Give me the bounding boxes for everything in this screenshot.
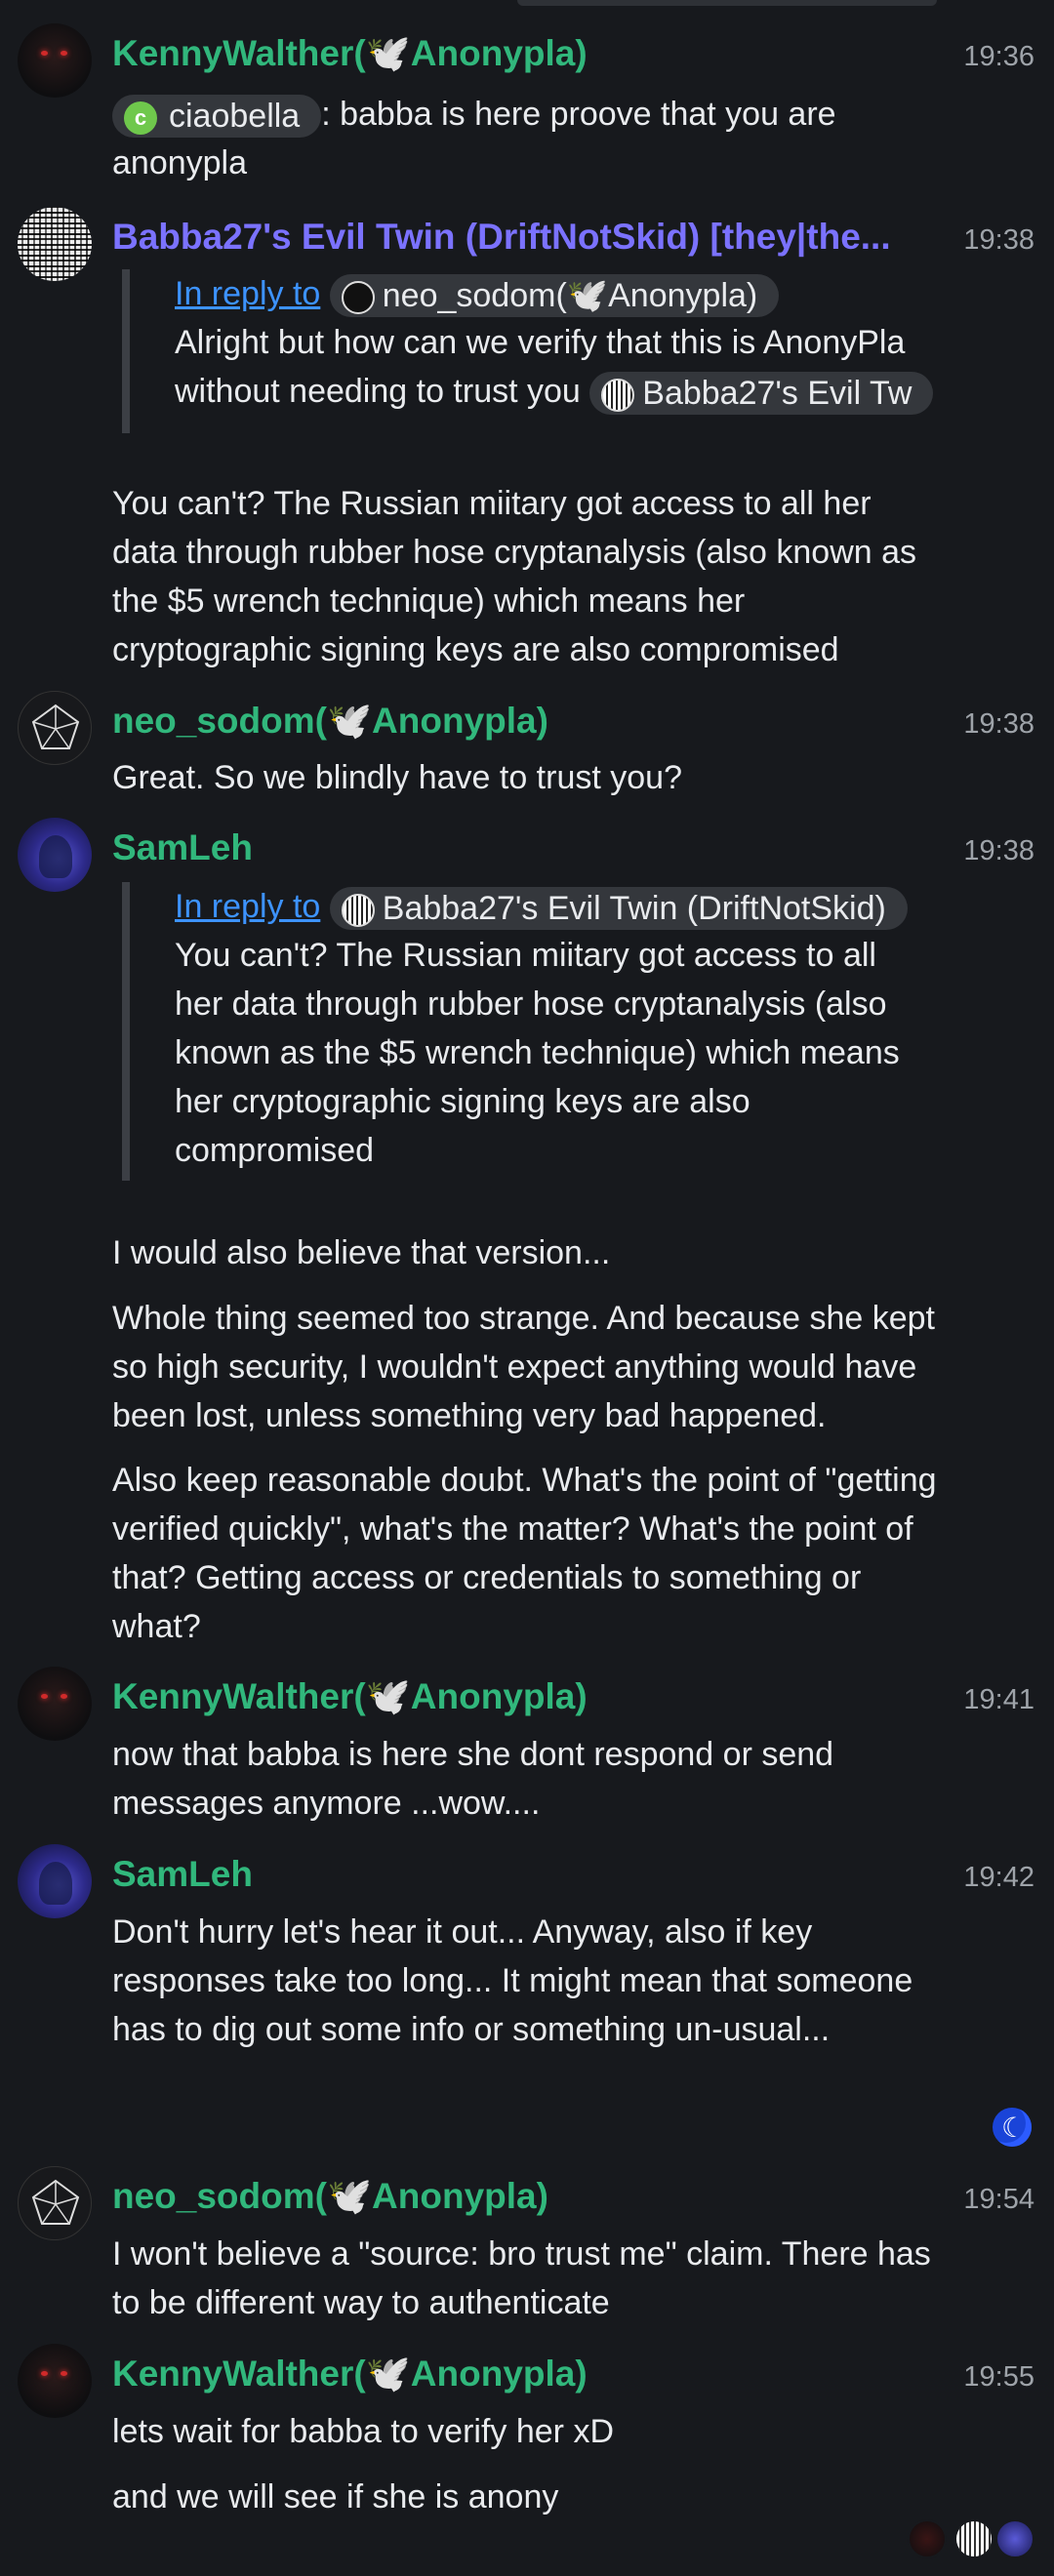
sender-name[interactable]: KennyWalther(🕊️Anonypla) bbox=[112, 1676, 588, 1718]
dove-icon: 🕊️ bbox=[365, 33, 411, 73]
read-receipt-avatar bbox=[995, 2519, 1034, 2558]
timestamp: 19:54 bbox=[963, 2184, 1034, 2215]
avatar[interactable] bbox=[18, 818, 92, 892]
avatar[interactable] bbox=[18, 1667, 92, 1741]
avatar-icon bbox=[341, 894, 375, 928]
avatar[interactable] bbox=[18, 2344, 92, 2418]
reply-quote[interactable]: In reply to neo_sodom(🕊️Anonypla) Alrigh… bbox=[122, 269, 952, 433]
message-body: Also keep reasonable doubt. What's the p… bbox=[112, 1462, 937, 1645]
avatar-icon bbox=[601, 379, 635, 413]
message-body: I would also believe that version... bbox=[112, 1234, 611, 1271]
timestamp: 19:55 bbox=[963, 2361, 1034, 2393]
timestamp: 19:38 bbox=[963, 224, 1034, 256]
read-receipt-avatar bbox=[954, 2519, 993, 2558]
message-body: and we will see if she is anony bbox=[112, 2478, 559, 2516]
sender-name[interactable]: KennyWalther(🕊️Anonypla) bbox=[112, 33, 588, 75]
avatar-initial: c bbox=[124, 101, 157, 136]
timestamp: 19:38 bbox=[963, 835, 1034, 866]
timestamp: 19:42 bbox=[963, 1862, 1034, 1893]
avatar[interactable] bbox=[18, 207, 92, 281]
scroll-top-bar bbox=[517, 0, 937, 6]
reply-quote[interactable]: In reply to Babba27's Evil Twin (DriftNo… bbox=[122, 882, 952, 1181]
message-body: c ciaobella: babba is here proove that yo… bbox=[112, 95, 836, 181]
avatar[interactable] bbox=[18, 1844, 92, 1918]
user-mention-pill[interactable]: neo_sodom(🕊️Anonypla) bbox=[329, 274, 780, 318]
sender-name[interactable]: KennyWalther(🕊️Anonypla) bbox=[112, 2354, 588, 2395]
dove-icon: 🕊️ bbox=[566, 277, 609, 315]
dove-icon: 🕊️ bbox=[326, 701, 373, 741]
message-body: I won't believe a "source: bro trust me"… bbox=[112, 2235, 931, 2321]
in-reply-to-link[interactable]: In reply to bbox=[175, 888, 320, 925]
dove-icon: 🕊️ bbox=[326, 2176, 373, 2216]
user-mention-pill[interactable]: Babba27's Evil Tw bbox=[589, 372, 934, 416]
moon-icon[interactable]: ☾ bbox=[993, 2108, 1032, 2147]
avatar[interactable] bbox=[18, 2166, 92, 2240]
avatar[interactable] bbox=[18, 23, 92, 98]
read-receipt-avatar bbox=[908, 2519, 947, 2558]
sender-name[interactable]: SamLeh bbox=[112, 1854, 253, 1895]
avatar-icon bbox=[341, 281, 375, 315]
timestamp: 19:41 bbox=[963, 1684, 1034, 1715]
sender-name[interactable]: Babba27's Evil Twin (DriftNotSkid) [they… bbox=[112, 217, 891, 258]
sender-name[interactable]: SamLeh bbox=[112, 827, 253, 868]
message-body: now that babba is here she dont respond … bbox=[112, 1736, 834, 1822]
message-body: Whole thing seemed too strange. And beca… bbox=[112, 1300, 935, 1434]
sender-name[interactable]: neo_sodom(🕊️Anonypla) bbox=[112, 701, 548, 743]
message-body: Great. So we blindly have to trust you? bbox=[112, 759, 682, 796]
user-mention-pill[interactable]: c ciaobella bbox=[112, 95, 322, 139]
sender-name[interactable]: neo_sodom(🕊️Anonypla) bbox=[112, 2176, 548, 2218]
quoted-text: You can't? The Russian miitary got acces… bbox=[175, 937, 900, 1169]
timestamp: 19:36 bbox=[963, 41, 1034, 72]
dove-icon: 🕊️ bbox=[365, 2354, 411, 2394]
message-body: You can't? The Russian miitary got acces… bbox=[112, 485, 917, 668]
timestamp: 19:38 bbox=[963, 708, 1034, 740]
avatar[interactable] bbox=[18, 691, 92, 765]
dove-icon: 🕊️ bbox=[365, 1676, 411, 1716]
message-body: lets wait for babba to verify her xD bbox=[112, 2413, 615, 2450]
in-reply-to-link[interactable]: In reply to bbox=[175, 275, 320, 312]
user-mention-pill[interactable]: Babba27's Evil Twin (DriftNotSkid) bbox=[329, 887, 908, 931]
message-body: Don't hurry let's hear it out... Anyway,… bbox=[112, 1913, 913, 2048]
